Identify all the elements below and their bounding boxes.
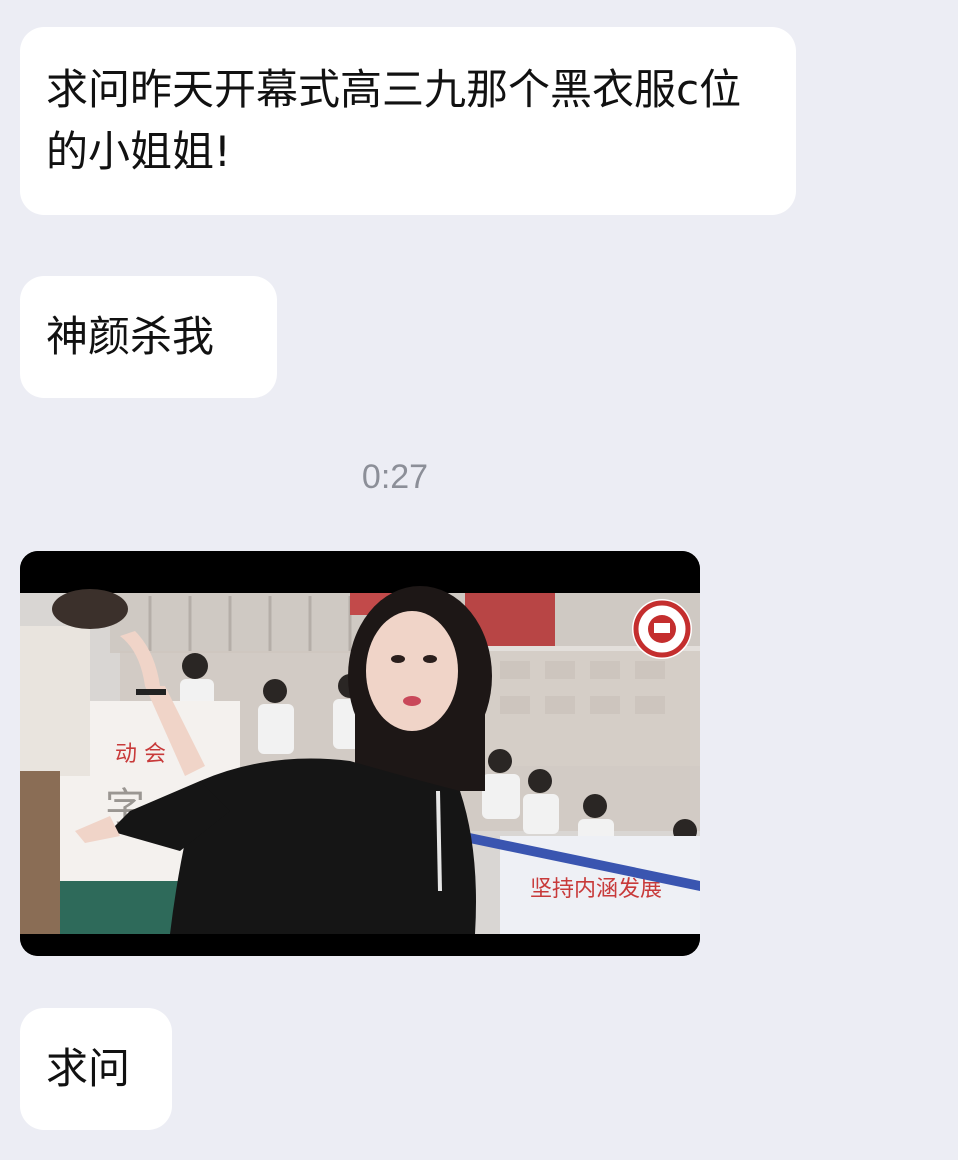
- message-bubble[interactable]: 神颜杀我: [20, 276, 277, 398]
- message-text: 神颜杀我: [46, 312, 215, 361]
- message-bubble[interactable]: 求问: [20, 1008, 172, 1130]
- svg-text:动 会: 动 会: [115, 742, 166, 767]
- chat-window: 求问昨天开幕式高三九那个黑衣服c位的小姐姐! 神颜杀我 0:27 动 会 字 坚…: [0, 0, 958, 1160]
- message-timestamp: 0:27: [361, 458, 429, 496]
- video-thumbnail: 动 会 字 坚持内涵发展: [20, 551, 700, 956]
- message-text: 求问昨天开幕式高三九那个黑衣服c位的小姐姐!: [46, 65, 742, 176]
- school-emblem-icon: [632, 599, 692, 659]
- video-message[interactable]: 动 会 字 坚持内涵发展: [20, 551, 700, 956]
- message-bubble[interactable]: 求问昨天开幕式高三九那个黑衣服c位的小姐姐!: [20, 27, 796, 215]
- message-text: 求问: [46, 1044, 131, 1093]
- svg-text:坚持内涵发展: 坚持内涵发展: [530, 877, 662, 902]
